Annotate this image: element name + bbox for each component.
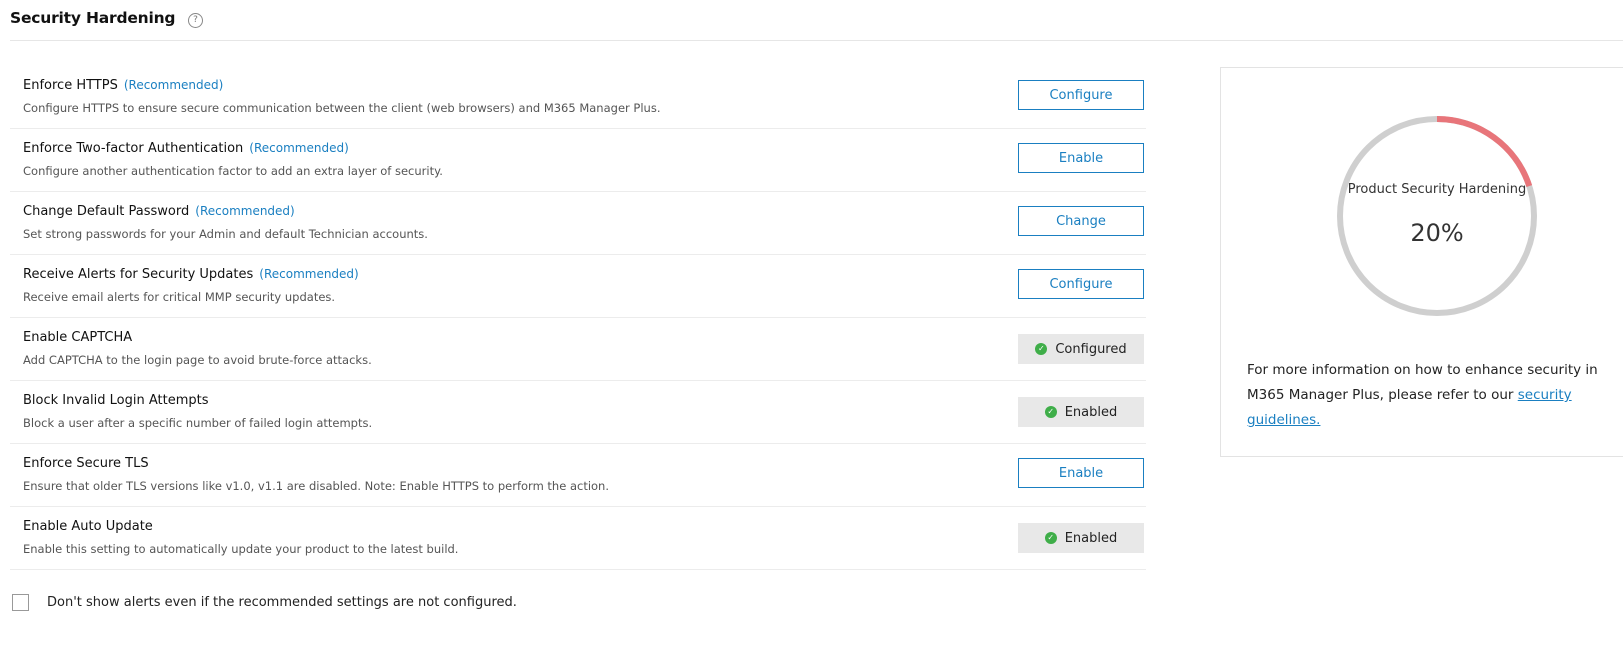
setting-description: Set strong passwords for your Admin and … <box>23 227 428 241</box>
check-circle-icon: ✓ <box>1035 343 1048 355</box>
enable-button[interactable]: Enable <box>1018 458 1144 488</box>
dont-show-alerts-checkbox[interactable] <box>12 594 29 611</box>
setting-title-text: Block Invalid Login Attempts <box>23 393 209 408</box>
setting-title-text: Enforce HTTPS <box>23 78 118 93</box>
status-label: Enabled <box>1064 530 1118 546</box>
setting-row: Enforce HTTPS (Recommended) Configure HTTP… <box>10 66 1146 129</box>
setting-title-text: Enforce Two-factor Authentication <box>23 141 244 156</box>
setting-title: Block Invalid Login Attempts <box>23 393 208 408</box>
setting-title-text: Enable Auto Update <box>23 519 153 534</box>
setting-title-text: Enforce Secure TLS <box>23 456 149 471</box>
recommended-tag: (Recommended) <box>123 78 224 92</box>
setting-title: Enforce HTTPS (Recommended) <box>23 78 223 93</box>
security-summary-panel: Product Security Hardening 20% For more … <box>1220 67 1623 457</box>
recommended-tag: (Recommended) <box>195 204 295 218</box>
status-label: Enabled <box>1064 404 1118 420</box>
info-text: For more information on how to enhance s… <box>1247 358 1607 433</box>
recommended-tag: (Recommended) <box>259 267 359 281</box>
configure-button[interactable]: Configure <box>1018 80 1144 110</box>
gauge-label: Product Security Hardening <box>1347 182 1527 197</box>
setting-row: Enforce Two-factor Authentication (Recomm… <box>10 129 1146 192</box>
setting-title: Enforce Two-factor Authentication (Recomm… <box>23 141 349 156</box>
setting-title: Receive Alerts for Security Updates (Reco… <box>23 267 359 282</box>
setting-title-text: Enable CAPTCHA <box>23 330 133 345</box>
setting-description: Block a user after a specific number of … <box>23 416 373 430</box>
setting-row: Change Default Password (Recommended) Set … <box>10 192 1146 255</box>
check-circle-icon: ✓ <box>1044 406 1057 418</box>
setting-description: Configure another authentication factor … <box>23 164 443 178</box>
gauge-value: 20% <box>1410 219 1464 247</box>
setting-row: Enforce Secure TLS Ensure that older TLS … <box>10 444 1146 507</box>
setting-description: Ensure that older TLS versions like v1.0… <box>23 479 610 493</box>
setting-description: Enable this setting to automatically upd… <box>23 542 459 556</box>
setting-row: Enable CAPTCHA Add CAPTCHA to the login p… <box>10 318 1146 381</box>
enable-button[interactable]: Enable <box>1018 143 1144 173</box>
setting-title-text: Change Default Password <box>23 204 190 219</box>
setting-title: Change Default Password (Recommended) <box>23 204 295 219</box>
page-header: Security Hardening ? <box>10 0 1623 41</box>
page-title: Security Hardening <box>10 9 176 27</box>
gauge-ring <box>1337 116 1537 316</box>
recommended-tag: (Recommended) <box>249 141 349 155</box>
status-badge: ✓ Enabled <box>1018 397 1144 427</box>
status-label: Configured <box>1055 341 1127 357</box>
change-button[interactable]: Change <box>1018 206 1144 236</box>
settings-list: Enforce HTTPS (Recommended) Configure HTTP… <box>10 66 1146 570</box>
security-gauge: Product Security Hardening 20% <box>1332 111 1542 321</box>
setting-description: Receive email alerts for critical MMP se… <box>23 290 336 304</box>
status-badge: ✓ Configured <box>1018 334 1144 364</box>
setting-title: Enable CAPTCHA <box>23 330 132 345</box>
dont-show-alerts-label: Don't show alerts even if the recommende… <box>47 595 517 610</box>
status-badge: ✓ Enabled <box>1018 523 1144 553</box>
setting-row: Enable Auto Update Enable this setting to… <box>10 507 1146 570</box>
dont-show-alerts-option[interactable]: Don't show alerts even if the recommende… <box>12 594 517 611</box>
help-icon[interactable]: ? <box>188 13 203 28</box>
setting-title: Enforce Secure TLS <box>23 456 149 471</box>
setting-description: Configure HTTPS to ensure secure communi… <box>23 101 661 115</box>
configure-button[interactable]: Configure <box>1018 269 1144 299</box>
setting-row: Block Invalid Login Attempts Block a user… <box>10 381 1146 444</box>
setting-row: Receive Alerts for Security Updates (Reco… <box>10 255 1146 318</box>
setting-title: Enable Auto Update <box>23 519 153 534</box>
check-circle-icon: ✓ <box>1044 532 1057 544</box>
setting-description: Add CAPTCHA to the login page to avoid b… <box>23 353 372 367</box>
setting-title-text: Receive Alerts for Security Updates <box>23 267 254 282</box>
